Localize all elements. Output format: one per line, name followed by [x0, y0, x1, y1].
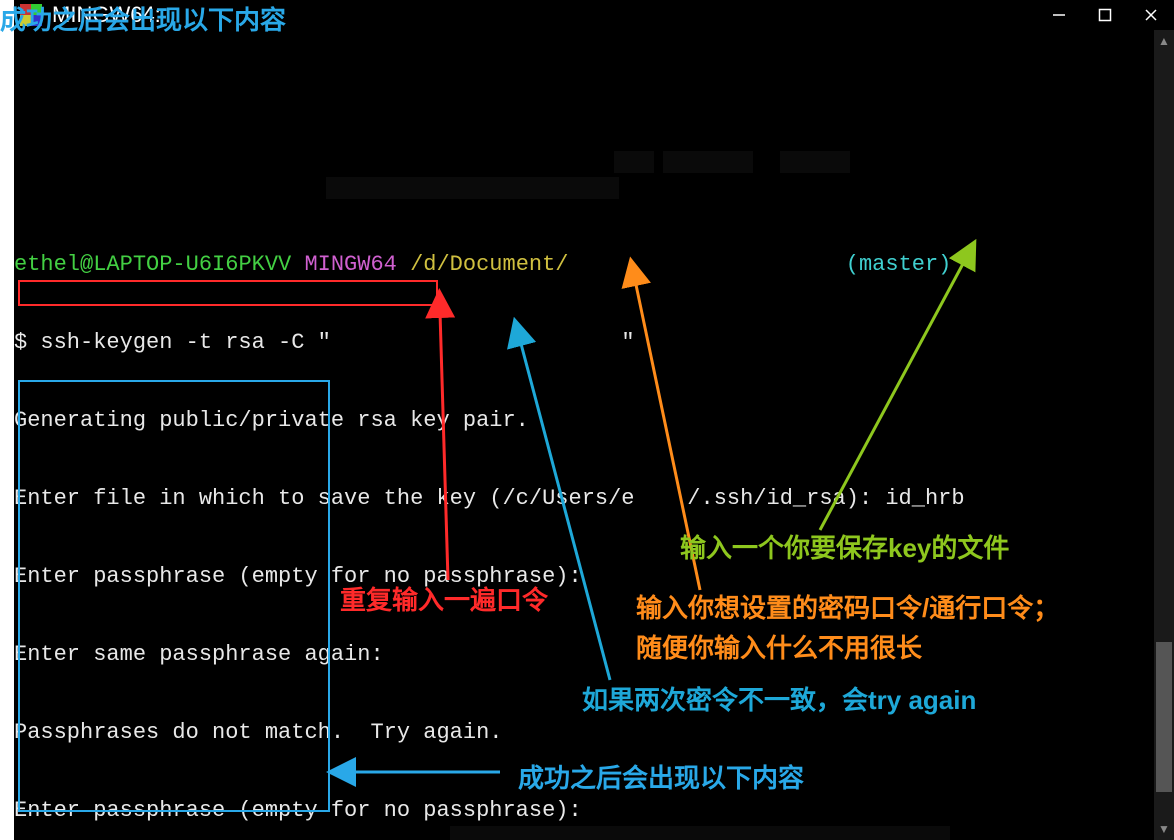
annotation-orange-1: 输入你想设置的密码口令/通行口令；	[636, 588, 1059, 625]
scroll-up-icon[interactable]: ▲	[1154, 30, 1174, 52]
annotation-red: 重复输入一遍口令	[340, 580, 548, 617]
redact-strip	[780, 151, 850, 173]
minimize-button[interactable]	[1036, 0, 1082, 30]
scroll-down-icon[interactable]: ▼	[1154, 818, 1174, 840]
scroll-thumb[interactable]	[1156, 642, 1172, 792]
annotation-teal: 如果两次密令不一致，会try again	[582, 680, 976, 717]
term-line: Generating public/private rsa key pair.	[14, 408, 1174, 434]
vertical-scrollbar[interactable]: ▲ ▼	[1154, 30, 1174, 840]
annotation-cyan: 成功之后会出现以下内容	[0, 0, 286, 37]
redact-strip	[663, 151, 753, 173]
term-line: Enter file in which to save the key (/c/…	[14, 486, 1174, 512]
command-line: $ ssh-keygen -t rsa -C " "	[14, 330, 1174, 356]
term-line: Enter passphrase (empty for no passphras…	[14, 564, 1174, 590]
annotation-orange-2: 随便你输入什么不用很长	[636, 628, 922, 665]
redact-strip	[614, 151, 654, 173]
annotation-green: 输入一个你要保存key的文件	[680, 528, 1009, 565]
term-line: Enter same passphrase again:	[14, 642, 1174, 668]
redact-strip	[326, 177, 619, 199]
annotation-cyan-text: 成功之后会出现以下内容	[518, 758, 804, 795]
scroll-track[interactable]	[1154, 52, 1174, 818]
term-line: Enter passphrase (empty for no passphras…	[14, 798, 1174, 824]
redact-strip	[450, 826, 950, 840]
maximize-button[interactable]	[1082, 0, 1128, 30]
terminal-body[interactable]: ethel@LAPTOP-U6I6PKVV MINGW64 /d/Documen…	[14, 30, 1174, 840]
prompt-line: ethel@LAPTOP-U6I6PKVV MINGW64 /d/Documen…	[14, 252, 1174, 278]
term-line: Passphrases do not match. Try again.	[14, 720, 1174, 746]
close-button[interactable]	[1128, 0, 1174, 30]
